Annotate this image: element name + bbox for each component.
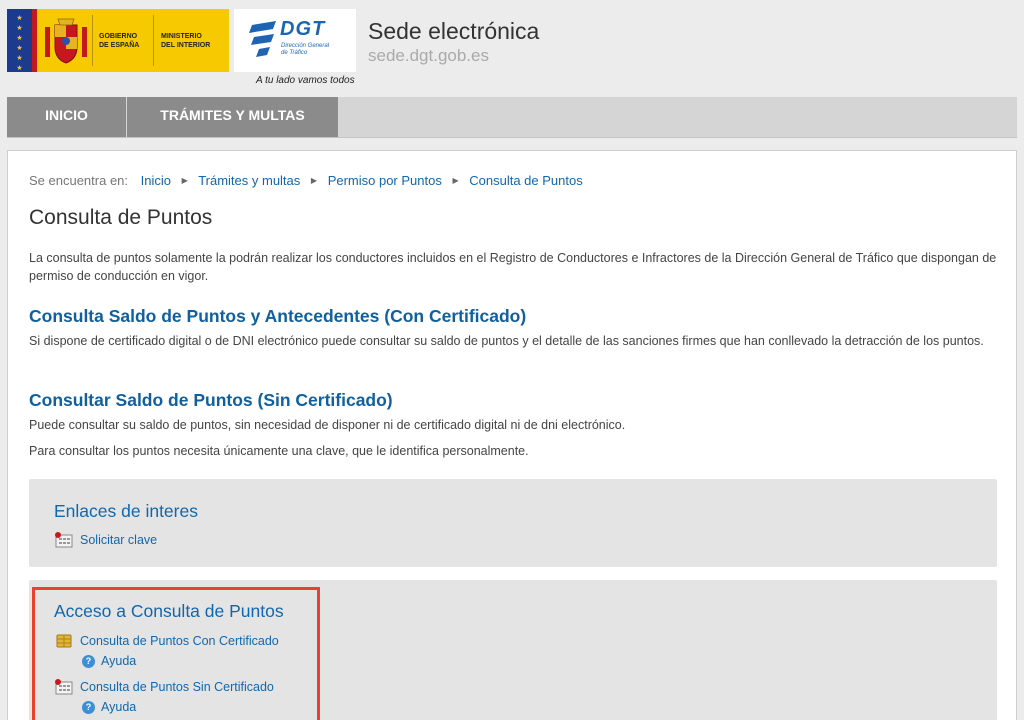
consulta-con-certificado-label: Consulta de Puntos Con Certificado [80, 634, 279, 648]
breadcrumb-item-tramites[interactable]: Trámites y multas [198, 173, 300, 188]
breadcrumb-separator-icon: ▶ [452, 176, 459, 185]
gobierno-espana-logo[interactable]: ★ ★ ★ ★ ★ ★ GOBIERNO DE ESPAÑA MINISTERIO DEL… [7, 9, 229, 72]
links-box-title: Enlaces de interes [54, 501, 198, 521]
spain-flag-stripe [32, 9, 37, 72]
ayuda-sin-certificado-link[interactable]: ? Ayuda [82, 700, 136, 714]
nav-item-inicio[interactable]: INICIO [7, 97, 126, 137]
consulta-sin-certificado-link[interactable]: Consulta de Puntos Sin Certificado [54, 679, 274, 695]
breadcrumb-separator-icon: ▶ [310, 176, 318, 185]
keypad-icon [55, 532, 73, 548]
access-box-title: Acceso a Consulta de Puntos [54, 601, 284, 621]
site-title: Sede electrónica [368, 18, 540, 44]
breadcrumb: Se encuentra en: Inicio ▶ Trámites y mul… [29, 173, 583, 188]
dgt-symbol-icon [249, 21, 276, 57]
tagline: A tu lado vamos todos [256, 75, 355, 86]
breadcrumb-label: Se encuentra en: [29, 173, 129, 188]
site-header: ★ ★ ★ ★ ★ ★ GOBIERNO DE ESPAÑA MINISTERIO DEL… [0, 0, 1024, 96]
solicitar-clave-label: Solicitar clave [80, 533, 158, 547]
help-icon: ? [82, 654, 95, 668]
breadcrumb-item-consulta[interactable]: Consulta de Puntos [469, 173, 582, 188]
nav-item-tramites-y-multas[interactable]: TRÁMITES Y MULTAS [127, 97, 338, 137]
dgt-name: DGT [280, 18, 326, 40]
access-box: Acceso a Consulta de Puntos Consulta de … [29, 580, 997, 720]
dgt-logo[interactable]: DGT Dirección General de Tráfico [234, 9, 356, 72]
keypad-icon [55, 679, 73, 695]
intro-text: La consulta de puntos solamente la podrá… [29, 251, 997, 283]
gobierno-text: GOBIERNO DE ESPAÑA [99, 33, 140, 49]
consulta-con-certificado-link[interactable]: Consulta de Puntos Con Certificado [54, 633, 279, 649]
eu-flag-icon: ★ ★ ★ ★ ★ ★ [7, 9, 32, 72]
section-con-certificado-title[interactable]: Consulta Saldo de Puntos y Antecedentes … [29, 306, 526, 327]
site-url: sede.dgt.gob.es [368, 46, 489, 65]
section-sin-certificado-note: Para consultar los puntos necesita única… [29, 444, 529, 458]
ayuda-con-certificado-link[interactable]: ? Ayuda [82, 654, 136, 668]
dgt-subtitle: Dirección General de Tráfico [281, 43, 330, 56]
breadcrumb-item-permiso[interactable]: Permiso por Puntos [328, 173, 442, 188]
main-content: Se encuentra en: Inicio ▶ Trámites y mul… [7, 150, 1017, 720]
breadcrumb-item-inicio[interactable]: Inicio [141, 173, 171, 188]
links-box: Enlaces de interes Solicitar clave [29, 479, 997, 567]
section-sin-certificado-text: Puede consultar su saldo de puntos, sin … [29, 418, 626, 432]
ministerio-text: MINISTERIO DEL INTERIOR [161, 33, 211, 49]
ayuda-label: Ayuda [101, 654, 137, 668]
help-icon: ? [82, 700, 95, 714]
coat-of-arms-icon [45, 18, 87, 64]
breadcrumb-separator-icon: ▶ [181, 176, 188, 185]
section-sin-certificado-title[interactable]: Consultar Saldo de Puntos (Sin Certifica… [29, 390, 393, 411]
main-nav: INICIO TRÁMITES Y MULTAS [7, 97, 1017, 138]
page-title: Consulta de Puntos [29, 206, 213, 229]
solicitar-clave-link[interactable]: Solicitar clave [54, 532, 157, 548]
consulta-sin-certificado-label: Consulta de Puntos Sin Certificado [80, 680, 274, 694]
section-con-certificado-text: Si dispone de certificado digital o de D… [29, 334, 984, 348]
certificate-chip-icon [56, 634, 72, 648]
ayuda-label: Ayuda [101, 700, 137, 714]
